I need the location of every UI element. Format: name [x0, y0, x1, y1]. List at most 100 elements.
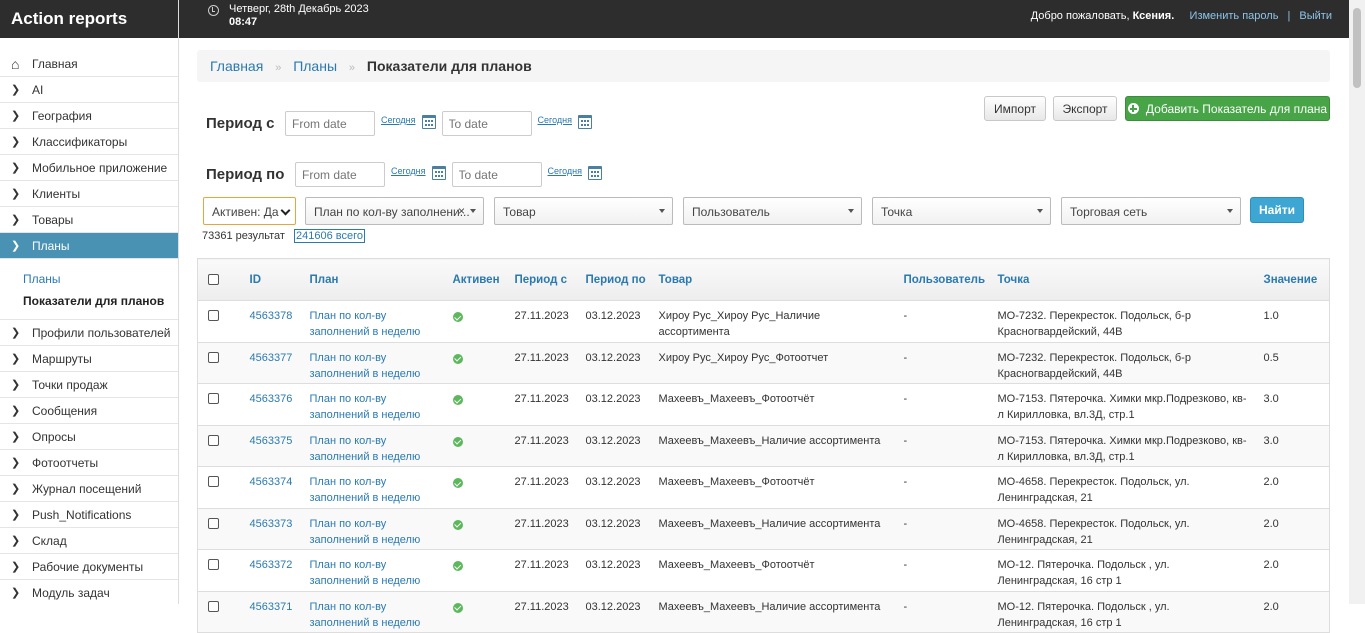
sidebar-item[interactable]: ❯ Точки продаж: [0, 372, 178, 398]
column-header-period-to[interactable]: Период по: [579, 258, 653, 301]
app-logo[interactable]: Action reports: [0, 0, 178, 38]
column-header-user[interactable]: Пользователь: [897, 258, 992, 301]
sidebar-item[interactable]: ⌂ Главная: [0, 51, 178, 77]
scrollbar-thumb[interactable]: [1353, 8, 1361, 88]
sidebar-item[interactable]: ❯ Модуль задач: [0, 580, 178, 604]
sidebar-item[interactable]: ❯ Фотоотчеты: [0, 450, 178, 476]
row-period-from: 27.11.2023: [508, 425, 580, 467]
row-checkbox[interactable]: [208, 351, 219, 363]
row-id-link[interactable]: 4563377: [243, 342, 304, 384]
period-to-end-input[interactable]: [451, 162, 542, 187]
point-filter-select[interactable]: Точка: [872, 197, 1051, 225]
page-scrollbar[interactable]: [1349, 0, 1365, 604]
row-id-link[interactable]: 4563376: [243, 383, 304, 426]
row-id-link[interactable]: 4563375: [243, 425, 304, 467]
period-from-today-link-2[interactable]: Сегодня: [538, 115, 573, 125]
calendar-icon[interactable]: [578, 114, 592, 129]
row-plan-link[interactable]: План по кол-ву заполнений в неделю: [303, 342, 447, 384]
sidebar-item[interactable]: ❯ Рабочие документы: [0, 554, 178, 580]
row-plan-link[interactable]: План по кол-ву заполнений в неделю: [303, 383, 447, 426]
sidebar-item[interactable]: ❯ Товары: [0, 207, 178, 233]
breadcrumb-plans[interactable]: Планы: [293, 58, 337, 74]
row-plan-link[interactable]: План по кол-ву заполнений в неделю: [303, 508, 447, 550]
sidebar-item[interactable]: ❯ Журнал посещений: [0, 476, 178, 502]
top-header: Четверг, 28th Декабрь 2023 08:47 Добро п…: [179, 0, 1349, 38]
sidebar-item[interactable]: ❯ Push_Notifications: [0, 502, 178, 528]
import-button[interactable]: Импорт: [984, 96, 1046, 121]
sidebar-item[interactable]: ❯ AI: [0, 77, 178, 103]
header-separator: |: [1287, 10, 1291, 22]
row-plan-link[interactable]: План по кол-ву заполнений в неделю: [303, 425, 447, 467]
breadcrumb-home[interactable]: Главная: [210, 58, 263, 74]
row-id-link[interactable]: 4563372: [243, 549, 304, 592]
period-to-today-link-2[interactable]: Сегодня: [548, 166, 583, 176]
column-header-value[interactable]: Значение: [1257, 258, 1330, 301]
sidebar-item[interactable]: ❯ Мобильное приложение: [0, 155, 178, 181]
row-checkbox[interactable]: [208, 600, 219, 612]
export-button[interactable]: Экспорт: [1053, 96, 1117, 121]
row-checkbox[interactable]: [208, 476, 219, 487]
column-header-product[interactable]: Товар: [652, 258, 898, 301]
column-header-point[interactable]: Точка: [991, 258, 1258, 301]
row-checkbox[interactable]: [208, 393, 219, 404]
select-all-checkbox[interactable]: [208, 273, 219, 285]
row-checkbox[interactable]: [208, 559, 219, 570]
row-id-link[interactable]: 4563373: [243, 508, 304, 550]
indicators-table: ID План Активен Период с Период по Товар…: [197, 258, 1330, 633]
row-value: 2.0: [1257, 466, 1330, 509]
row-active-cell: [446, 425, 509, 467]
period-from-start-input[interactable]: [285, 111, 375, 136]
sidebar-item-label: Модуль задач: [32, 585, 110, 600]
column-header-plan[interactable]: План: [303, 258, 447, 301]
row-value: 2.0: [1257, 508, 1330, 550]
submenu-item-current[interactable]: Показатели для планов: [23, 290, 178, 312]
clear-icon[interactable]: ×: [458, 204, 465, 218]
column-header-active[interactable]: Активен: [446, 258, 509, 301]
row-plan-link[interactable]: План по кол-ву заполнений в неделю: [303, 549, 447, 592]
row-plan-link[interactable]: План по кол-ву заполнений в неделю: [303, 300, 447, 343]
row-product: Махеевъ_Махеевъ_Фотоотчёт: [652, 549, 898, 592]
sidebar-item[interactable]: ❯ Опросы: [0, 424, 178, 450]
sidebar-item[interactable]: ❯ Классификаторы: [0, 129, 178, 155]
logout-link[interactable]: Выйти: [1299, 10, 1332, 22]
period-to-start-input[interactable]: [295, 162, 385, 187]
chevron-right-icon: ❯: [11, 587, 21, 599]
column-header-period-from[interactable]: Период с: [508, 258, 580, 301]
plan-filter-select[interactable]: План по кол-ву заполнени... ×: [305, 197, 484, 225]
calendar-icon[interactable]: [431, 165, 446, 180]
period-from-end-input[interactable]: [441, 111, 532, 136]
column-header-id[interactable]: ID: [243, 258, 304, 301]
row-plan-link[interactable]: План по кол-ву заполнений в неделю: [303, 466, 447, 509]
network-filter-select[interactable]: Торговая сеть: [1061, 197, 1241, 225]
row-id-link[interactable]: 4563378: [243, 300, 304, 343]
change-password-link[interactable]: Изменить пароль: [1190, 10, 1279, 22]
calendar-icon[interactable]: [588, 165, 602, 180]
row-checkbox[interactable]: [208, 517, 219, 529]
sidebar-item[interactable]: ❯ География: [0, 103, 178, 129]
chevron-right-icon: ❯: [11, 561, 21, 573]
row-id-link[interactable]: 4563371: [243, 591, 304, 633]
find-button[interactable]: Найти: [1250, 197, 1304, 223]
sidebar-item[interactable]: ❯ Сообщения: [0, 398, 178, 424]
row-plan-link[interactable]: План по кол-ву заполнений в неделю: [303, 591, 447, 633]
user-filter-select[interactable]: Пользователь: [683, 197, 862, 225]
add-indicator-button[interactable]: Добавить Показатель для плана: [1125, 96, 1330, 121]
submenu-item-plans[interactable]: Планы: [23, 268, 178, 290]
sidebar-item[interactable]: ❯ Профили пользователей: [0, 320, 178, 346]
sidebar-item[interactable]: ❯ Клиенты: [0, 181, 178, 207]
calendar-icon[interactable]: [421, 114, 436, 129]
chevron-right-icon: ❯: [11, 136, 21, 148]
sidebar-item-label: Товары: [32, 212, 74, 227]
row-checkbox[interactable]: [208, 434, 219, 446]
row-checkbox[interactable]: [208, 310, 219, 321]
sidebar-item[interactable]: ❯ Маршруты: [0, 346, 178, 372]
active-filter-select[interactable]: Активен: Да: [203, 197, 296, 225]
sidebar-item[interactable]: ❯ Планы: [0, 233, 178, 259]
period-from-today-link[interactable]: Сегодня: [381, 115, 416, 125]
row-id-link[interactable]: 4563374: [243, 466, 304, 509]
product-filter-select[interactable]: Товар: [494, 197, 673, 225]
period-to-today-link[interactable]: Сегодня: [391, 166, 426, 176]
row-value: 2.0: [1257, 591, 1330, 633]
sidebar-item[interactable]: ❯ Склад: [0, 528, 178, 554]
results-total-link[interactable]: 241606 всего: [294, 229, 365, 243]
